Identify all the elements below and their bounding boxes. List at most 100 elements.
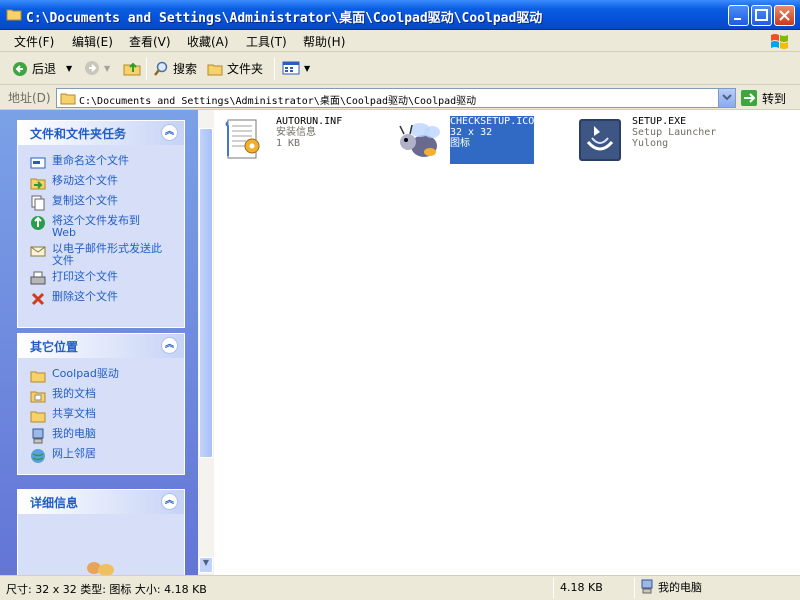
bug-icon bbox=[87, 562, 114, 575]
address-input[interactable]: C:\Documents and Settings\Administrator\… bbox=[56, 88, 736, 108]
forward-dropdown-icon: ▼ bbox=[104, 63, 111, 73]
search-label: 搜索 bbox=[173, 62, 198, 76]
task-move[interactable]: 移动这个文件 bbox=[30, 175, 118, 191]
copy-icon bbox=[31, 195, 45, 211]
menu-view[interactable]: 查看(V) bbox=[129, 33, 171, 50]
maximize-button[interactable] bbox=[751, 5, 772, 26]
views-icon bbox=[282, 61, 300, 75]
other-places-header[interactable]: 其它位置 ︽ bbox=[18, 334, 184, 358]
maximize-icon bbox=[755, 9, 768, 21]
network-icon bbox=[31, 449, 45, 463]
back-arrow-icon bbox=[13, 61, 27, 76]
forward-button[interactable]: ▼ bbox=[84, 60, 110, 76]
place-label: 我的文档 bbox=[52, 387, 96, 400]
task-delete[interactable]: 删除这个文件 bbox=[30, 291, 118, 307]
place-label: 我的电脑 bbox=[52, 427, 96, 440]
collapse-icon[interactable]: ︽ bbox=[161, 337, 178, 354]
rename-icon bbox=[30, 157, 46, 169]
go-button[interactable]: 转到 bbox=[740, 88, 796, 108]
task-email[interactable]: 以电子邮件形式发送此文件 bbox=[30, 243, 162, 267]
address-dropdown-button[interactable] bbox=[718, 89, 735, 107]
place-my-computer[interactable]: 我的电脑 bbox=[30, 428, 96, 444]
file-company: Yulong bbox=[632, 138, 669, 149]
scroll-thumb[interactable] bbox=[199, 128, 213, 458]
address-label: 地址(D) bbox=[8, 91, 51, 105]
file-name: SETUP.EXE bbox=[632, 116, 687, 127]
other-places-panel: 其它位置 ︽ Coolpad驱动 我的文档 共享文档 我的电脑 网上邻居 bbox=[17, 333, 185, 475]
place-network[interactable]: 网上邻居 bbox=[30, 448, 96, 464]
task-copy[interactable]: 复制这个文件 bbox=[30, 195, 118, 211]
title-bar[interactable]: C:\Documents and Settings\Administrator\… bbox=[0, 0, 800, 30]
back-dropdown-icon[interactable]: ▼ bbox=[66, 64, 72, 73]
back-button[interactable]: 后退 ▼ bbox=[12, 60, 72, 77]
address-path: C:\Documents and Settings\Administrator\… bbox=[79, 96, 477, 107]
close-button[interactable] bbox=[774, 5, 795, 26]
folders-button[interactable]: 文件夹 bbox=[207, 60, 263, 77]
move-icon bbox=[30, 178, 46, 190]
file-name: CHECKSETUP.ICO bbox=[450, 116, 535, 127]
up-folder-icon bbox=[123, 62, 141, 76]
chevron-down-icon bbox=[722, 94, 732, 101]
status-bar: 尺寸: 32 x 32 类型: 图标 大小: 4.18 KB 4.18 KB 我… bbox=[0, 575, 800, 600]
place-my-documents[interactable]: 我的文档 bbox=[30, 388, 96, 404]
task-rename[interactable]: 重命名这个文件 bbox=[30, 155, 129, 171]
file-tasks-header[interactable]: 文件和文件夹任务 ︽ bbox=[18, 121, 184, 145]
up-folder-button[interactable] bbox=[123, 60, 141, 76]
menu-bar: 文件(F) 编辑(E) 查看(V) 收藏(A) 工具(T) 帮助(H) bbox=[0, 30, 800, 52]
window-title: C:\Documents and Settings\Administrator\… bbox=[26, 11, 543, 26]
task-label: 以电子邮件形式发送此文件 bbox=[52, 242, 162, 267]
panel-title: 其它位置 bbox=[30, 339, 79, 354]
place-label: 网上邻居 bbox=[52, 447, 96, 460]
status-divider bbox=[634, 578, 635, 598]
place-shared-documents[interactable]: 共享文档 bbox=[30, 408, 96, 424]
file-item[interactable]: SETUP.EXE Setup Launcher Yulong bbox=[576, 116, 716, 164]
search-icon bbox=[154, 61, 168, 76]
status-size: 4.18 KB bbox=[560, 581, 603, 594]
place-coolpad[interactable]: Coolpad驱动 bbox=[30, 368, 119, 384]
views-dropdown-icon[interactable]: ▼ bbox=[304, 64, 310, 73]
views-button[interactable]: ▼ bbox=[282, 60, 310, 76]
task-pane-scrollbar[interactable]: ▼ bbox=[198, 110, 214, 575]
my-computer-icon bbox=[32, 428, 44, 444]
file-meta: CHECKSETUP.ICO 32 x 32 图标 bbox=[448, 115, 536, 165]
menu-help[interactable]: 帮助(H) bbox=[303, 33, 345, 50]
setup-info-icon bbox=[225, 119, 260, 159]
folders-icon bbox=[207, 64, 223, 75]
task-pane: 文件和文件夹任务 ︽ 重命名这个文件 移动这个文件 复制这个文件 将这个文件发布… bbox=[0, 110, 200, 575]
collapse-icon[interactable]: ︽ bbox=[161, 493, 178, 510]
menu-edit[interactable]: 编辑(E) bbox=[72, 33, 113, 50]
status-divider bbox=[553, 578, 554, 598]
task-label: 复制这个文件 bbox=[52, 194, 118, 207]
file-view: AUTORUN.INF 安装信息 1 KB CHECKSETUP.ICO 32 … bbox=[214, 110, 800, 575]
my-computer-icon bbox=[641, 579, 653, 594]
file-type: 安装信息 bbox=[276, 127, 316, 138]
collapse-icon[interactable]: ︽ bbox=[161, 124, 178, 141]
file-description: Setup Launcher bbox=[632, 127, 717, 138]
scroll-down-icon[interactable]: ▼ bbox=[199, 557, 213, 573]
status-zone: 我的电脑 bbox=[640, 579, 702, 595]
menu-favorites[interactable]: 收藏(A) bbox=[187, 33, 229, 50]
minimize-button[interactable] bbox=[728, 5, 749, 26]
shared-folder-icon bbox=[30, 411, 46, 423]
windows-logo-icon bbox=[771, 34, 788, 49]
folder-icon bbox=[6, 9, 22, 21]
menu-tools[interactable]: 工具(T) bbox=[246, 33, 287, 50]
folder-icon bbox=[30, 371, 46, 383]
menu-file[interactable]: 文件(F) bbox=[14, 33, 54, 50]
details-panel: 详细信息 ︽ bbox=[17, 489, 185, 575]
bug-icon bbox=[399, 123, 440, 157]
task-label: 将这个文件发布到Web bbox=[52, 214, 140, 239]
place-label: Coolpad驱动 bbox=[52, 367, 119, 380]
explorer-window: C:\Documents and Settings\Administrator\… bbox=[0, 0, 800, 600]
task-label: 重命名这个文件 bbox=[52, 154, 129, 167]
file-item[interactable]: AUTORUN.INF 安装信息 1 KB bbox=[220, 116, 342, 164]
task-publish-web[interactable]: 将这个文件发布到Web bbox=[30, 215, 162, 239]
task-print[interactable]: 打印这个文件 bbox=[30, 271, 118, 287]
file-name: AUTORUN.INF bbox=[276, 116, 343, 127]
panel-title: 文件和文件夹任务 bbox=[30, 126, 127, 141]
file-item[interactable]: CHECKSETUP.ICO 32 x 32 图标 bbox=[394, 115, 536, 165]
file-tasks-panel: 文件和文件夹任务 ︽ 重命名这个文件 移动这个文件 复制这个文件 将这个文件发布… bbox=[17, 120, 185, 328]
search-button[interactable]: 搜索 bbox=[153, 60, 197, 77]
toolbar-separator bbox=[146, 58, 147, 80]
details-header[interactable]: 详细信息 ︽ bbox=[18, 490, 184, 514]
